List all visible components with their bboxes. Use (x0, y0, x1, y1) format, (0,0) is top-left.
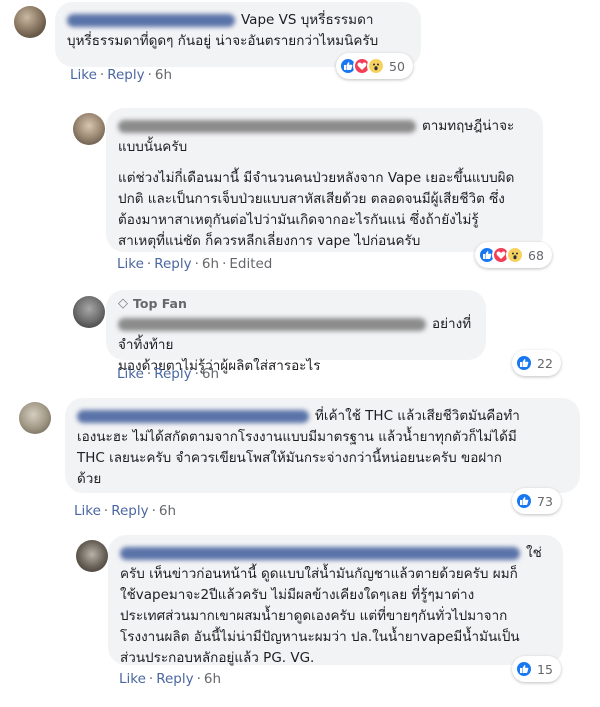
author-name-blurred[interactable] (118, 317, 426, 331)
timestamp[interactable]: 6h (202, 256, 219, 272)
reaction-count: 68 (528, 247, 544, 263)
comment-actions: Like · Reply · 6h (119, 671, 222, 687)
avatar[interactable] (73, 113, 105, 145)
like-icon (515, 492, 533, 510)
like-link[interactable]: Like (119, 671, 146, 687)
comment-text: ใช่ ครับ เห็นข่าวก่อนหน้านี้ ดูดแบบใส่น้… (120, 545, 542, 666)
top-fan-badge: ◇ Top Fan (118, 293, 474, 314)
comment-actions: Like · Reply · 6h (70, 67, 173, 83)
reply-link[interactable]: Reply (154, 366, 191, 382)
avatar[interactable] (19, 402, 51, 434)
avatar[interactable] (14, 6, 46, 38)
reply-link[interactable]: Reply (111, 503, 148, 519)
comment-text-paragraph: แต่ช่วงไม่กี่เดือนมานี้ มีจำนวนคนป่วยหลั… (118, 170, 515, 249)
reaction-count: 73 (537, 493, 553, 509)
reaction-count: 22 (537, 355, 553, 371)
avatar[interactable] (73, 296, 105, 328)
reply-link[interactable]: Reply (156, 671, 193, 687)
timestamp[interactable]: 6h (159, 503, 176, 519)
comment-bubble: ◇ Top Fan อย่างที่จำทิ้งท้าย มองด้วยตาไม่… (106, 290, 486, 374)
edited-label[interactable]: Edited (229, 256, 272, 272)
reaction-summary[interactable]: 68 (475, 242, 552, 268)
reaction-summary[interactable]: 50 (336, 53, 413, 79)
comment-actions: Like · Reply · 6h (117, 366, 220, 382)
comment-actions: Like · Reply · 6h (74, 503, 177, 519)
reaction-count: 15 (537, 661, 553, 677)
reaction-summary[interactable]: 73 (512, 488, 561, 514)
wow-icon (367, 57, 385, 75)
author-name-blurred[interactable] (120, 546, 520, 560)
author-name-blurred[interactable] (118, 119, 416, 133)
comment-bubble: ใช่ ครับ เห็นข่าวก่อนหน้านี้ ดูดแบบใส่น้… (108, 535, 563, 666)
like-link[interactable]: Like (74, 503, 101, 519)
reaction-summary[interactable]: 15 (512, 656, 561, 682)
avatar[interactable] (76, 540, 108, 572)
comment-bubble: ตามทฤษฎีน่าจะ แบบนั้นครับ แต่ช่วงไม่กี่เ… (106, 108, 543, 252)
timestamp[interactable]: 6h (155, 67, 172, 83)
reaction-summary[interactable]: 22 (512, 350, 561, 376)
like-icon (515, 660, 533, 678)
like-link[interactable]: Like (70, 67, 97, 83)
like-link[interactable]: Like (117, 256, 144, 272)
author-name-blurred[interactable] (77, 409, 309, 423)
timestamp[interactable]: 6h (204, 671, 221, 687)
timestamp[interactable]: 6h (202, 366, 219, 382)
author-name-blurred[interactable] (67, 13, 235, 27)
wow-icon (506, 246, 524, 264)
comment-bubble: ที่เค้าใช้ THC แล้วเสียชีวิตมันคือทำ เอง… (65, 398, 580, 493)
like-link[interactable]: Like (117, 366, 144, 382)
diamond-icon: ◇ (118, 296, 128, 311)
comment-actions: Like · Reply · 6h · Edited (117, 256, 273, 272)
reply-link[interactable]: Reply (154, 256, 191, 272)
reaction-count: 50 (389, 58, 405, 74)
like-icon (515, 354, 533, 372)
top-fan-label: Top Fan (133, 296, 187, 311)
reply-link[interactable]: Reply (107, 67, 144, 83)
